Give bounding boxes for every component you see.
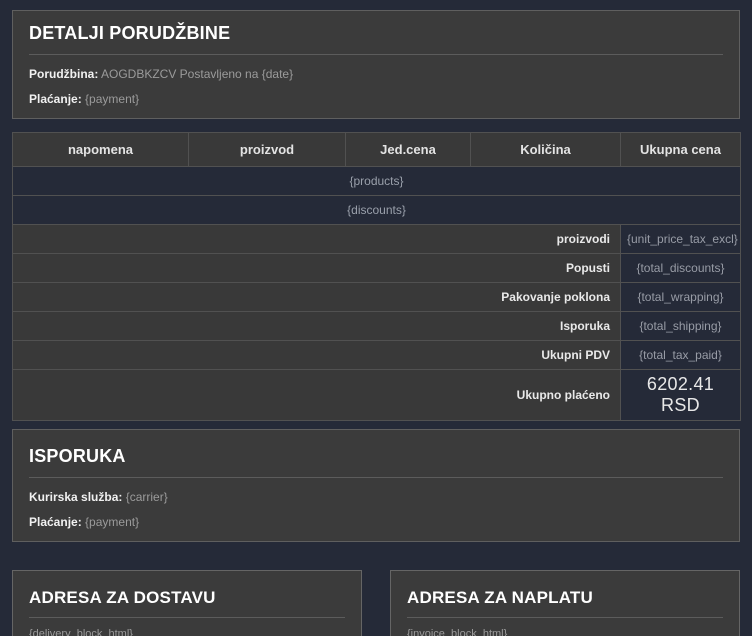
summary-row-tax: Ukupni PDV {total_tax_paid} — [12, 340, 741, 370]
delivery-address-placeholder: {delivery_block_html} — [29, 628, 133, 636]
invoice-address-placeholder: {invoice_block_html} — [407, 628, 508, 636]
summary-row-products: proizvodi {unit_price_tax_excl} — [12, 224, 741, 254]
payment-value: {payment} — [85, 92, 140, 106]
carrier-value: {carrier} — [125, 490, 168, 504]
summary-label: Popusti — [12, 253, 621, 283]
divider — [29, 617, 345, 618]
summary-label: Ukupni PDV — [12, 340, 621, 370]
delivery-address-title: ADRESA ZA DOSTAVU — [29, 588, 216, 607]
order-items-table: napomena proizvod Jed.cena Količina Ukup… — [12, 132, 741, 421]
order-reference-value: AOGDBKZCV Postavljeno na {date} — [101, 67, 294, 81]
payment-line: Plaćanje: {payment} — [29, 92, 723, 106]
products-placeholder-row: {products} — [12, 166, 741, 196]
order-reference-label: Porudžbina: — [29, 67, 99, 81]
invoice-address-section: ADRESA ZA NAPLATU {invoice_block_html} — [390, 570, 740, 636]
shipping-section: ISPORUKA Kurirska služba: {carrier} Plać… — [12, 429, 740, 542]
summary-value: {total_shipping} — [620, 311, 741, 341]
total-value: 6202.41 RSD — [620, 369, 741, 421]
invoice-address-title: ADRESA ZA NAPLATU — [407, 588, 593, 607]
summary-row-shipping: Isporuka {total_shipping} — [12, 311, 741, 341]
summary-row-gift-wrapping: Pakovanje poklona {total_wrapping} — [12, 282, 741, 312]
summary-value: {total_discounts} — [620, 253, 741, 283]
header-cell-product: proizvod — [188, 132, 346, 167]
address-boxes-row: ADRESA ZA DOSTAVU {delivery_block_html} … — [12, 570, 740, 636]
products-placeholder: {products} — [12, 166, 741, 196]
summary-value: {total_wrapping} — [620, 282, 741, 312]
total-paid-row: Ukupno plaćeno 6202.41 RSD — [12, 369, 741, 421]
header-cell-total-price: Ukupna cena — [620, 132, 741, 167]
discounts-placeholder: {discounts} — [12, 195, 741, 225]
shipping-payment-line: Plaćanje: {payment} — [29, 515, 723, 529]
divider — [29, 54, 723, 55]
email-preview-page: DETALJI PORUDŽBINE Porudžbina: AOGDBKZCV… — [0, 0, 752, 636]
summary-row-discounts: Popusti {total_discounts} — [12, 253, 741, 283]
table-header-row: napomena proizvod Jed.cena Količina Ukup… — [12, 132, 741, 167]
order-reference-line: Porudžbina: AOGDBKZCV Postavljeno na {da… — [29, 67, 723, 81]
header-cell-unit-price: Jed.cena — [345, 132, 471, 167]
summary-value: {total_tax_paid} — [620, 340, 741, 370]
summary-label: Isporuka — [12, 311, 621, 341]
shipping-title: ISPORUKA — [29, 446, 126, 466]
discounts-placeholder-row: {discounts} — [12, 195, 741, 225]
shipping-payment-label: Plaćanje: — [29, 515, 82, 529]
summary-value: {unit_price_tax_excl} — [620, 224, 741, 254]
divider — [29, 477, 723, 478]
summary-label: Pakovanje poklona — [12, 282, 621, 312]
carrier-label: Kurirska služba: — [29, 490, 123, 504]
carrier-line: Kurirska služba: {carrier} — [29, 490, 723, 504]
header-cell-quantity: Količina — [470, 132, 621, 167]
order-details-title: DETALJI PORUDŽBINE — [29, 23, 231, 43]
header-cell-note: napomena — [12, 132, 189, 167]
payment-label: Plaćanje: — [29, 92, 82, 106]
delivery-address-section: ADRESA ZA DOSTAVU {delivery_block_html} — [12, 570, 362, 636]
shipping-payment-value: {payment} — [85, 515, 140, 529]
summary-label: proizvodi — [12, 224, 621, 254]
order-details-section: DETALJI PORUDŽBINE Porudžbina: AOGDBKZCV… — [12, 10, 740, 119]
divider — [407, 617, 723, 618]
total-label: Ukupno plaćeno — [12, 369, 621, 421]
